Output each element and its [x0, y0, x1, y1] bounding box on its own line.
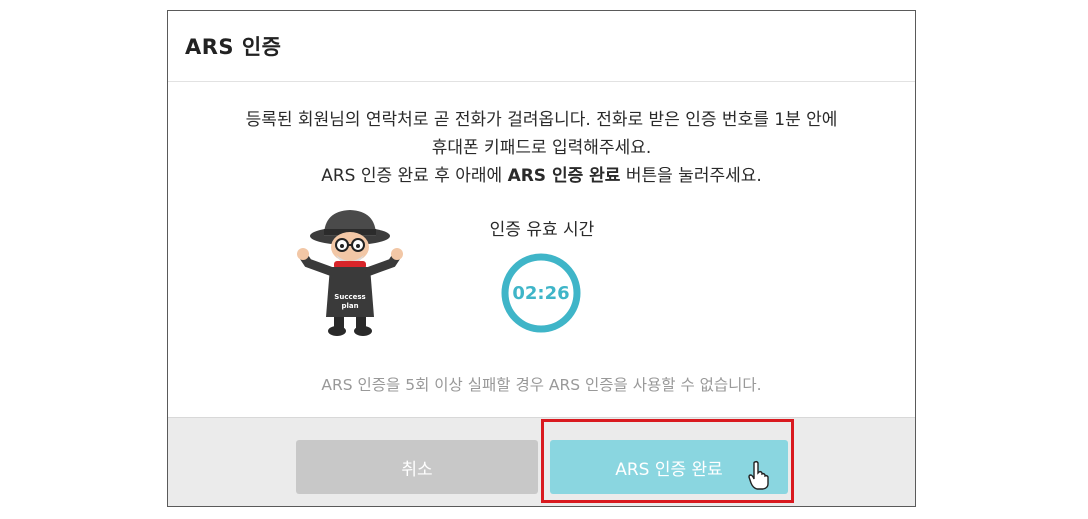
- countdown-timer: 02:26: [499, 251, 583, 335]
- message-line-2: 휴대폰 키패드로 입력해주세요.: [431, 138, 652, 158]
- message-line-3-suffix: 버튼을 눌러주세요.: [620, 166, 762, 186]
- message-line-3-prefix: ARS 인증 완료 후 아래에: [321, 166, 508, 186]
- timer-value: 02:26: [512, 282, 570, 304]
- mascot-character-illustration: Success plan: [297, 210, 403, 336]
- shirt-text-plan: plan: [341, 302, 358, 310]
- message-line-3-bold: ARS 인증 완료: [507, 166, 621, 186]
- hand-pointer-icon: [748, 460, 769, 490]
- instruction-message: 등록된 회원님의 연락처로 곧 전화가 걸려옵니다. 전화로 받은 인증 번호를…: [168, 106, 915, 190]
- message-line-1: 등록된 회원님의 연락처로 곧 전화가 걸려옵니다. 전화로 받은 인증 번호를…: [245, 110, 838, 130]
- dialog-header: ARS 인증: [168, 11, 915, 82]
- dialog-body: 등록된 회원님의 연락처로 곧 전화가 걸려옵니다. 전화로 받은 인증 번호를…: [168, 82, 915, 417]
- shirt-text-success: Success: [334, 293, 365, 301]
- cancel-button[interactable]: 취소: [296, 440, 538, 494]
- message-line-3: ARS 인증 완료 후 아래에 ARS 인증 완료 버튼을 눌러주세요.: [168, 162, 915, 190]
- timer-label: 인증 유효 시간: [489, 220, 595, 240]
- dialog-title: ARS 인증: [185, 35, 282, 59]
- failure-warning: ARS 인증을 5회 이상 실패할 경우 ARS 인증을 사용할 수 없습니다.: [321, 376, 762, 394]
- dialog-footer: 취소 ARS 인증 완료: [168, 417, 915, 506]
